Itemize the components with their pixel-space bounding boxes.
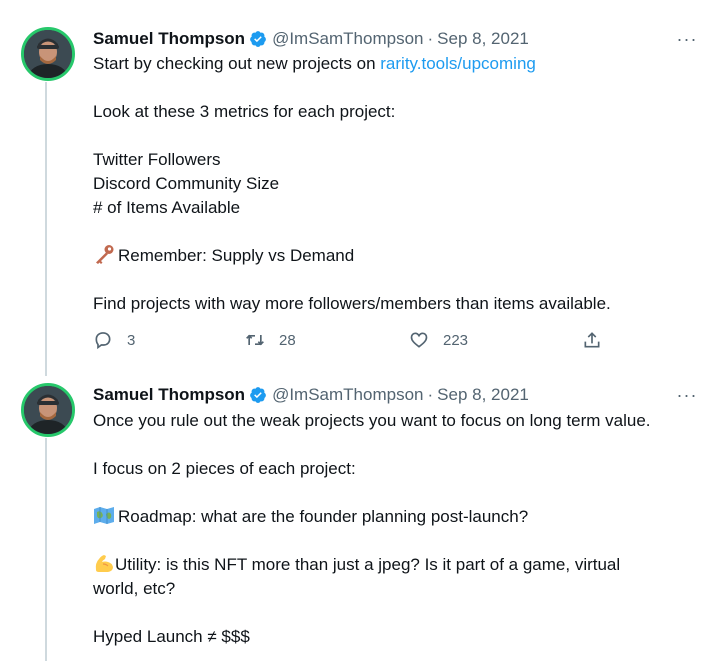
tweet-line: Discord Community Size — [93, 174, 280, 193]
more-options-icon[interactable]: ··· — [675, 384, 699, 406]
map-emoji-icon — [93, 505, 115, 525]
tweet-line: # of Items Available — [93, 198, 241, 217]
share-button[interactable] — [582, 330, 616, 350]
thread-connector-line — [45, 438, 47, 661]
tweet-line: Twitter Followers — [93, 150, 221, 169]
rarity-tools-link[interactable]: rarity.tools/upcoming — [380, 54, 536, 73]
author-name[interactable]: Samuel Thompson — [93, 385, 245, 405]
tweet-text: Start by checking out new projects on ra… — [93, 52, 703, 316]
tweet-date[interactable]: Sep 8, 2021 — [437, 385, 529, 405]
tweet-line: Hyped Launch ≠ $$$ — [93, 627, 250, 646]
verified-badge-icon — [249, 30, 267, 48]
tweet-line: Look at these 3 metrics for each project… — [93, 102, 396, 121]
avatar-photo — [24, 30, 72, 78]
like-button[interactable]: 223 — [409, 330, 468, 350]
verified-badge-icon — [249, 386, 267, 404]
more-options-icon[interactable]: ··· — [675, 28, 699, 50]
tweet-line: Start by checking out new projects on ra… — [93, 54, 536, 73]
reply-button[interactable]: 3 — [93, 330, 135, 350]
tweet-header: Samuel Thompson @ImSamThompson · Sep 8, … — [93, 28, 529, 50]
retweet-icon — [246, 334, 264, 346]
tweet-text: Once you rule out the weak projects you … — [93, 409, 703, 649]
like-count: 223 — [443, 331, 469, 349]
tweet-line: Utility: is this NFT more than just a jp… — [93, 553, 703, 577]
avatar[interactable] — [21, 27, 75, 81]
tweet-line: Once you rule out the weak projects you … — [93, 411, 651, 430]
retweet-count: 28 — [279, 331, 296, 349]
tweet-line: Find projects with way more followers/me… — [93, 294, 611, 313]
tweet-actions: 3 28 223 — [93, 330, 613, 356]
author-handle[interactable]: @ImSamThompson — [272, 29, 423, 49]
tweet-line: Remember: Supply vs Demand — [93, 244, 703, 268]
tweet-line: Roadmap: what are the founder planning p… — [93, 505, 703, 529]
tweet-header: Samuel Thompson @ImSamThompson · Sep 8, … — [93, 384, 529, 406]
key-emoji-icon — [93, 244, 115, 264]
author-name[interactable]: Samuel Thompson — [93, 29, 245, 49]
avatar[interactable] — [21, 383, 75, 437]
tweet-line: world, etc? — [93, 579, 176, 598]
tweet-date[interactable]: Sep 8, 2021 — [437, 29, 529, 49]
avatar-photo — [24, 386, 72, 434]
share-icon — [584, 332, 600, 348]
tweet-line: I focus on 2 pieces of each project: — [93, 459, 356, 478]
flexed-biceps-emoji-icon — [93, 553, 115, 573]
reply-icon — [95, 332, 111, 350]
thread-connector-line — [45, 82, 47, 376]
author-handle[interactable]: @ImSamThompson — [272, 385, 423, 405]
separator-dot: · — [427, 29, 434, 48]
reply-count: 3 — [127, 331, 136, 349]
separator-dot: · — [427, 385, 434, 404]
retweet-button[interactable]: 28 — [245, 330, 296, 350]
heart-icon — [410, 332, 428, 348]
